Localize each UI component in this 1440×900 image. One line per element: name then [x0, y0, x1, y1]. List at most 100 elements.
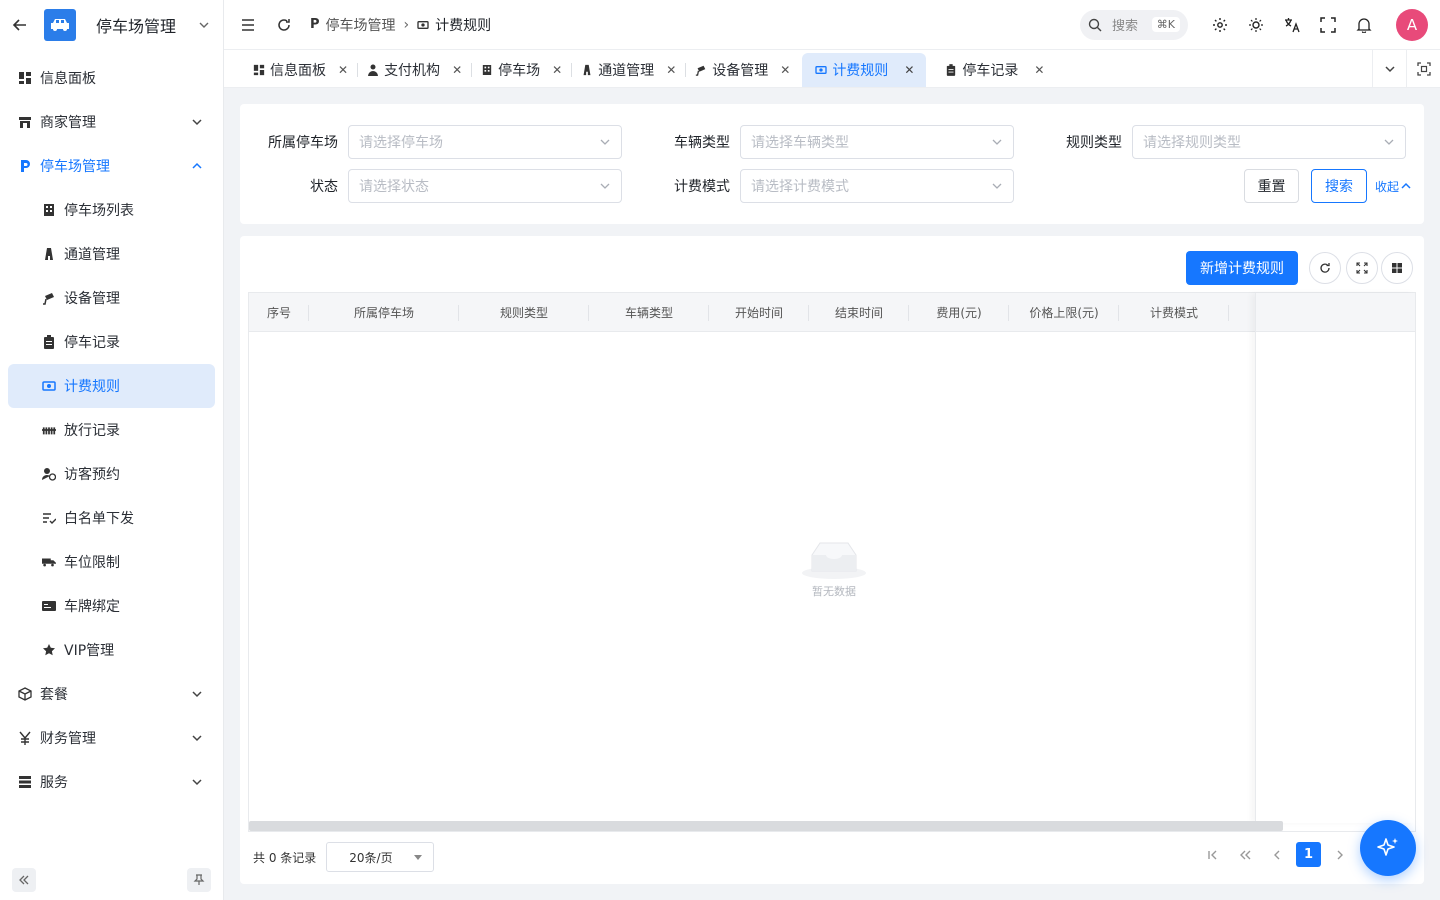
horizontal-scrollbar[interactable]: [249, 821, 1283, 831]
clipboard-icon: [42, 335, 56, 349]
prev-jump-icon[interactable]: [1229, 849, 1261, 861]
breadcrumb-item[interactable]: 停车场管理: [326, 15, 396, 35]
column-settings-icon[interactable]: [1381, 252, 1413, 284]
sidebar-item-label: VIP管理: [64, 643, 115, 659]
tab-bar: 信息面板 ✕ 支付机构 ✕ 停车场 ✕ 通道管理 ✕ 设备管理 ✕ 计费规则 ✕…: [224, 50, 1440, 88]
sidebar-item-plate-bind[interactable]: 车牌绑定: [0, 584, 223, 628]
column-header[interactable]: 计费模式: [1119, 293, 1229, 331]
add-billing-rule-button[interactable]: 新增计费规则: [1186, 251, 1298, 285]
tab-device[interactable]: 设备管理 ✕: [688, 53, 796, 87]
sidebar-item-vip[interactable]: VIP管理: [0, 628, 223, 672]
search-button[interactable]: 搜索: [1311, 169, 1367, 203]
close-icon[interactable]: ✕: [552, 63, 562, 77]
tab-parking-record[interactable]: 停车记录 ✕: [938, 53, 1050, 87]
tab-dashboard[interactable]: 信息面板 ✕: [246, 53, 359, 87]
column-header[interactable]: 费用(元): [909, 293, 1009, 331]
back-arrow-icon[interactable]: [10, 15, 30, 35]
tab-billing-rules[interactable]: 计费规则 ✕: [802, 53, 927, 87]
collapse-sidebar-icon[interactable]: [12, 868, 36, 892]
tab-divider: [471, 63, 473, 77]
screenshot-frame-icon[interactable]: [1406, 50, 1440, 88]
column-header[interactable]: 序号: [249, 293, 309, 331]
first-page-icon[interactable]: [1197, 849, 1229, 861]
column-header[interactable]: 规则类型: [459, 293, 589, 331]
column-header[interactable]: 车辆类型: [589, 293, 709, 331]
close-icon[interactable]: ✕: [1034, 63, 1044, 77]
translate-icon[interactable]: [1274, 17, 1310, 33]
parking-lot-select[interactable]: 请选择停车场: [348, 125, 622, 159]
avatar[interactable]: A: [1396, 8, 1428, 41]
column-header[interactable]: 结束时间: [809, 293, 909, 331]
chevron-down-icon: [1383, 136, 1395, 148]
sidebar-item-parking-management[interactable]: 停车场管理: [0, 144, 223, 188]
camera-icon: [694, 63, 708, 77]
pin-icon[interactable]: [187, 868, 211, 892]
tab-label: 停车记录: [962, 63, 1019, 79]
barrier-icon: [42, 423, 56, 437]
sidebar-item-device[interactable]: 设备管理: [0, 276, 223, 320]
fullscreen-icon[interactable]: [1310, 16, 1346, 33]
tab-payment-agency[interactable]: 支付机构 ✕: [360, 53, 473, 87]
rule-type-select[interactable]: 请选择规则类型: [1132, 125, 1406, 159]
notification-bell-icon[interactable]: [1346, 17, 1382, 33]
collapse-filter-link[interactable]: 收起: [1375, 178, 1411, 195]
settings-gear-icon[interactable]: [1202, 17, 1238, 33]
sidebar-item-billing-rules[interactable]: 计费规则: [8, 364, 215, 408]
chevron-down-icon[interactable]: [197, 18, 211, 32]
sidebar-item-label: 停车场管理: [40, 159, 110, 175]
refresh-icon[interactable]: [1309, 252, 1341, 284]
page-size-select[interactable]: 20条/页: [326, 842, 435, 872]
fullscreen-icon[interactable]: [1346, 252, 1378, 284]
ai-assistant-button[interactable]: [1360, 820, 1416, 876]
sidebar-item-package[interactable]: 套餐: [0, 672, 223, 716]
sidebar-item-finance[interactable]: 财务管理: [0, 716, 223, 760]
menu-toggle-icon[interactable]: [236, 13, 260, 37]
tab-label: 设备管理: [712, 63, 769, 79]
sidebar-item-visitor[interactable]: 访客预约: [0, 452, 223, 496]
money-icon: [42, 379, 56, 393]
prev-page-icon[interactable]: [1261, 849, 1293, 861]
total-records: 共 0 条记录: [253, 850, 317, 865]
sidebar-item-dashboard[interactable]: 信息面板: [0, 56, 223, 100]
sidebar-item-parking-record[interactable]: 停车记录: [0, 320, 223, 364]
column-header[interactable]: 所属停车场: [309, 293, 459, 331]
sidebar-item-parking-list[interactable]: 停车场列表: [0, 188, 223, 232]
close-icon[interactable]: ✕: [338, 63, 348, 77]
sidebar-item-service[interactable]: 服务: [0, 760, 223, 804]
tab-parking-lot[interactable]: 停车场 ✕: [474, 53, 573, 87]
tab-channel[interactable]: 通道管理 ✕: [574, 53, 687, 87]
theme-sun-icon[interactable]: [1238, 17, 1274, 33]
sidebar-item-label: 停车记录: [64, 335, 120, 351]
sidebar-item-label: 停车场列表: [64, 203, 134, 219]
sidebar-item-label: 财务管理: [40, 731, 96, 747]
global-search[interactable]: 搜索 ⌘K: [1080, 9, 1188, 40]
close-icon[interactable]: ✕: [666, 63, 676, 77]
sidebar-item-release-record[interactable]: 放行记录: [0, 408, 223, 452]
user-tie-icon: [366, 63, 380, 77]
sidebar-item-space-limit[interactable]: 车位限制: [0, 540, 223, 584]
chevron-down-icon[interactable]: [1372, 50, 1406, 88]
close-icon[interactable]: ✕: [780, 63, 790, 77]
refresh-icon[interactable]: [272, 13, 296, 37]
filter-billing-mode: 计费模式 请选择计费模式: [640, 169, 1014, 203]
next-page-icon[interactable]: [1324, 849, 1356, 861]
sidebar-item-merchant[interactable]: 商家管理: [0, 100, 223, 144]
money-icon: [814, 63, 828, 77]
current-page[interactable]: 1: [1296, 842, 1321, 867]
select-placeholder: 请选择规则类型: [1143, 135, 1241, 151]
collapse-label: 收起: [1375, 179, 1400, 194]
column-header[interactable]: 价格上限(元): [1009, 293, 1119, 331]
billing-mode-select[interactable]: 请选择计费模式: [740, 169, 1014, 203]
close-icon[interactable]: ✕: [452, 63, 462, 77]
close-icon[interactable]: ✕: [904, 63, 914, 77]
yuan-icon: [18, 731, 32, 745]
list-check-icon: [42, 511, 56, 525]
status-select[interactable]: 请选择状态: [348, 169, 622, 203]
column-header[interactable]: 开始时间: [709, 293, 809, 331]
reset-button[interactable]: 重置: [1244, 169, 1299, 203]
server-icon: [18, 775, 32, 789]
sidebar-item-whitelist[interactable]: 白名单下发: [0, 496, 223, 540]
vehicle-type-select[interactable]: 请选择车辆类型: [740, 125, 1014, 159]
sidebar-item-channel[interactable]: 通道管理: [0, 232, 223, 276]
breadcrumb-current: 计费规则: [435, 17, 492, 34]
